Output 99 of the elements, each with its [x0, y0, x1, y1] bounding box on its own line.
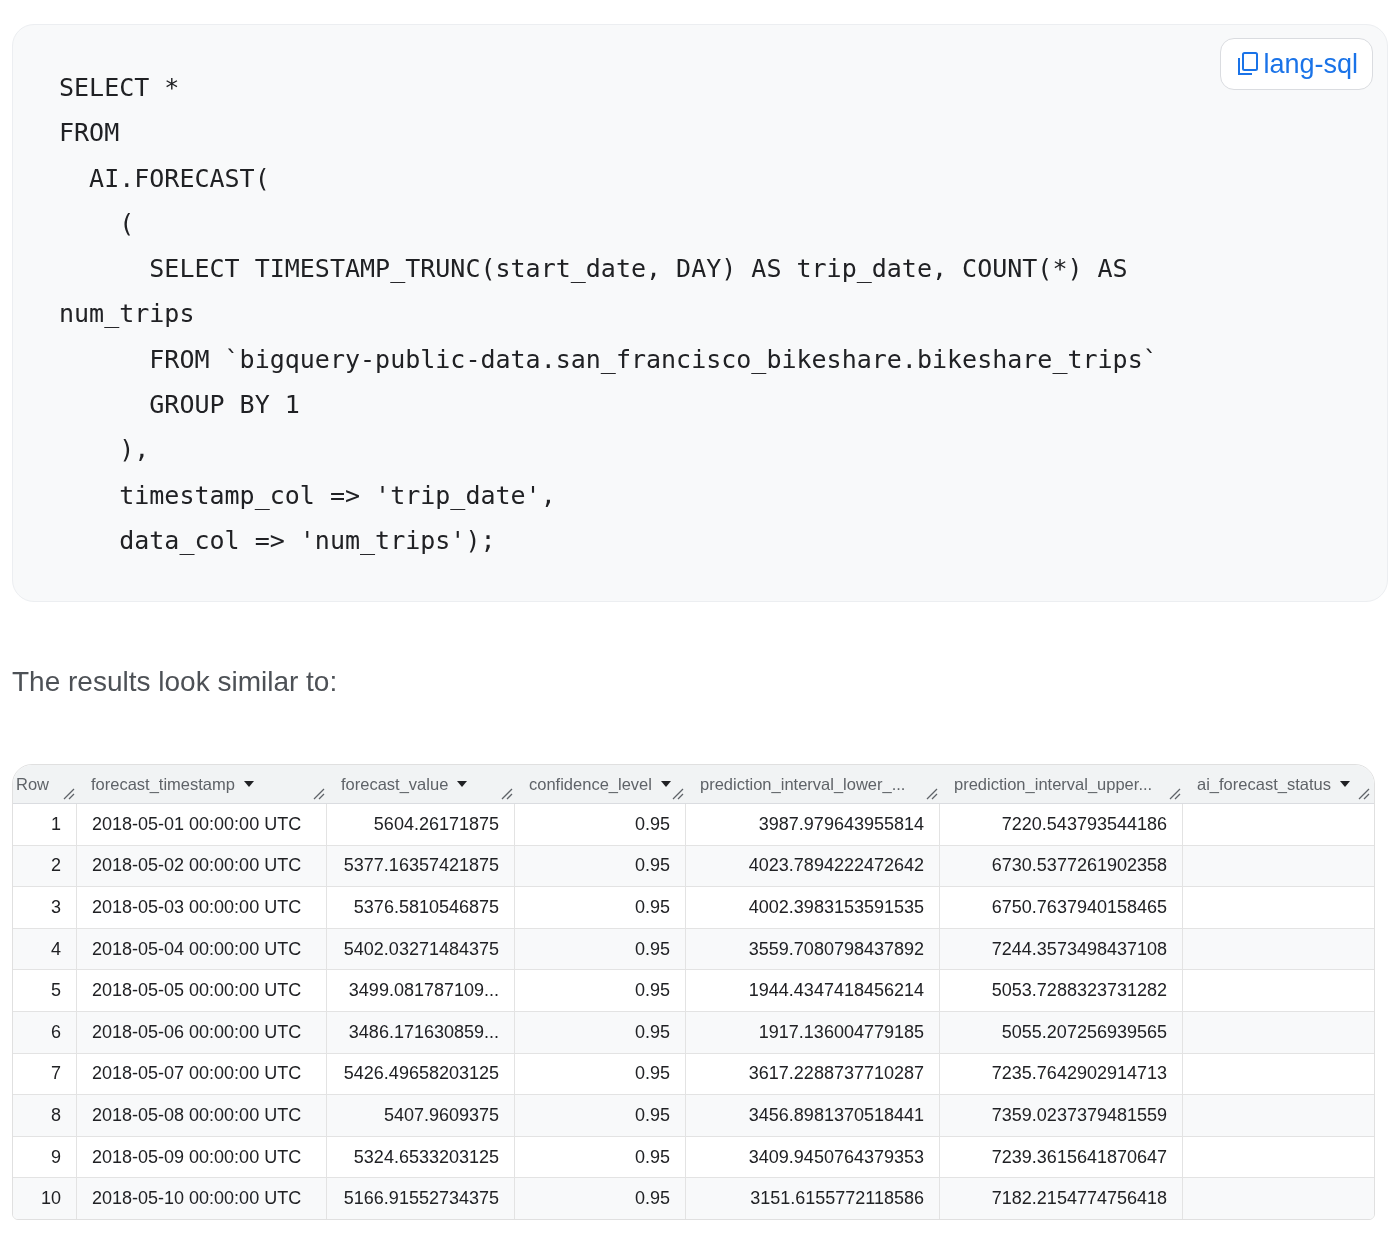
column-header[interactable]: forecast_timestamp — [77, 765, 327, 803]
table-cell: 5053.7288323731282 — [940, 970, 1183, 1011]
column-header[interactable]: forecast_value — [327, 765, 515, 803]
row-number: 9 — [13, 1136, 77, 1178]
resize-handle-icon[interactable] — [1169, 788, 1181, 800]
language-button[interactable]: lang-sql — [1220, 38, 1373, 90]
column-header[interactable]: prediction_interval_lower_... — [686, 765, 940, 803]
column-header[interactable]: ai_forecast_status — [1183, 765, 1372, 803]
code-line: SELECT * — [59, 72, 180, 104]
table-cell: 3987.979643955814 — [686, 804, 940, 845]
row-number: 6 — [13, 1011, 77, 1053]
code-line: GROUP BY 1 — [148, 389, 300, 422]
caret-icon[interactable] — [456, 780, 469, 788]
table-cell: 3559.7080798437892 — [686, 928, 940, 970]
code-line: FROM — [59, 117, 120, 150]
column-header-label: ai_forecast_status — [1197, 774, 1331, 794]
table-cell: 0.95 — [515, 804, 686, 845]
row-number: 2 — [13, 845, 77, 887]
table-cell: 7220.543793544186 — [940, 804, 1183, 845]
table-cell: 3456.8981370518441 — [686, 1095, 940, 1136]
code-line: FROM `bigquery-public-data.san_francisco_bikeshare.bikeshare_trips` — [148, 343, 1158, 376]
table-cell: 5402.03271484375 — [327, 928, 515, 970]
table-cell: 2018-05-07 00:00:00 UTC — [77, 1053, 327, 1095]
table-cell: 2018-05-05 00:00:00 UTC — [77, 970, 327, 1011]
code-line: AI.FORECAST( — [88, 162, 270, 195]
column-header-label: forecast_value — [341, 774, 449, 794]
column-header-label: confidence_level — [529, 774, 652, 794]
table-cell: 4023.7894222472642 — [686, 845, 940, 887]
row-number: 1 — [13, 804, 77, 845]
table-cell: 7359.0237379481559 — [940, 1095, 1183, 1136]
row-number: 5 — [13, 970, 77, 1011]
table-cell: 1917.136004779185 — [686, 1011, 940, 1053]
table-cell: 5376.5810546875 — [327, 887, 515, 928]
column-header[interactable]: confidence_level — [515, 765, 686, 803]
table-cell: 5324.6533203125 — [327, 1136, 515, 1178]
caret-icon[interactable] — [659, 780, 672, 788]
table-cell: 7182.2154774756418 — [940, 1178, 1183, 1219]
table-cell: 0.95 — [515, 1095, 686, 1136]
table-cell: 3409.9450764379353 — [686, 1136, 940, 1178]
code-line: SELECT TIMESTAMP_TRUNC(start_date, DAY) AS trip_date, COUNT(*) AS — [148, 253, 1128, 286]
row-number: 4 — [13, 928, 77, 970]
table-cell: 3499.081787109... — [327, 970, 515, 1011]
table-cell: 6730.5377261902358 — [940, 845, 1183, 887]
table-cell: 0.95 — [515, 1136, 686, 1178]
table-cell: 0.95 — [515, 845, 686, 887]
row-number: 10 — [13, 1178, 77, 1219]
copy-icon — [1237, 51, 1260, 77]
table-cell: 2018-05-08 00:00:00 UTC — [77, 1095, 327, 1136]
resize-handle-icon[interactable] — [1358, 788, 1370, 800]
table-cell: 7244.3573498437108 — [940, 928, 1183, 970]
row-number: 7 — [13, 1053, 77, 1095]
table-cell: 3617.2288737710287 — [686, 1053, 940, 1095]
table-cell: 2018-05-02 00:00:00 UTC — [77, 845, 327, 887]
table-cell: 2018-05-09 00:00:00 UTC — [77, 1136, 327, 1178]
table-cell: 7239.3615641870647 — [940, 1136, 1183, 1178]
table-cell: 5407.9609375 — [327, 1095, 515, 1136]
caret-icon[interactable] — [1338, 780, 1351, 788]
table-cell: 7235.7642902914713 — [940, 1053, 1183, 1095]
code-line: data_col => 'num_trips'); — [118, 524, 496, 557]
table-cell: 0.95 — [515, 887, 686, 928]
table-cell: 4002.3983153591535 — [686, 887, 940, 928]
table-cell: 0.95 — [515, 1178, 686, 1219]
table-cell: 2018-05-10 00:00:00 UTC — [77, 1178, 327, 1219]
intro-text: The results look similar to: — [12, 666, 339, 698]
column-header[interactable]: prediction_interval_upper... — [940, 765, 1183, 803]
code-line: ), — [118, 434, 150, 467]
column-header-label: prediction_interval_upper... — [954, 774, 1153, 794]
column-header-label: Row — [16, 774, 49, 794]
table-cell: 2018-05-06 00:00:00 UTC — [77, 1011, 327, 1053]
column-header[interactable]: Row — [13, 765, 77, 803]
table-cell: 3486.171630859... — [327, 1011, 515, 1053]
table-cell: 0.95 — [515, 928, 686, 970]
code-line: num_trips — [59, 298, 195, 331]
table-cell: 6750.7637940158465 — [940, 887, 1183, 928]
table-cell: 2018-05-04 00:00:00 UTC — [77, 928, 327, 970]
table-cell: 2018-05-01 00:00:00 UTC — [77, 804, 327, 845]
table-cell: 0.95 — [515, 1053, 686, 1095]
code-line: ( — [118, 207, 135, 240]
table-cell: 0.95 — [515, 970, 686, 1011]
column-header-label: prediction_interval_lower_... — [700, 774, 906, 794]
resize-handle-icon[interactable] — [672, 788, 684, 800]
row-number: 8 — [13, 1095, 77, 1136]
caret-icon[interactable] — [243, 780, 255, 788]
table-cell: 5166.91552734375 — [327, 1178, 515, 1219]
resize-handle-icon[interactable] — [313, 788, 325, 800]
table-cell: 2018-05-03 00:00:00 UTC — [77, 887, 327, 928]
table-cell: 0.95 — [515, 1011, 686, 1053]
table-cell: 5377.16357421875 — [327, 845, 515, 887]
table-cell: 1944.4347418456214 — [686, 970, 940, 1011]
table-cell: 5055.207256939565 — [940, 1011, 1183, 1053]
resize-handle-icon[interactable] — [501, 788, 513, 800]
column-header-label: forecast_timestamp — [91, 774, 235, 794]
code-line: timestamp_col => 'trip_date', — [118, 479, 556, 512]
table-cell: 5604.26171875 — [327, 804, 515, 845]
resize-handle-icon[interactable] — [926, 788, 938, 800]
table-cell: 5426.49658203125 — [327, 1053, 515, 1095]
resize-handle-icon[interactable] — [63, 788, 75, 800]
row-number: 3 — [13, 887, 77, 928]
table-cell: 3151.6155772118586 — [686, 1178, 940, 1219]
